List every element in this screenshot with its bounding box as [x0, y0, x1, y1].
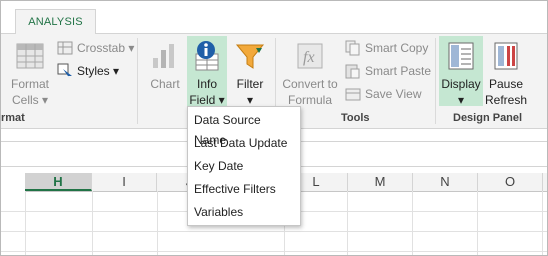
- pause-refresh-label-1: Pause: [488, 77, 524, 91]
- svg-text:fx: fx: [303, 49, 315, 66]
- filter-icon: [235, 44, 265, 69]
- grid-row-line: [1, 231, 547, 232]
- info-field-menu: Data Source Name Last Data Update Key Da…: [187, 106, 301, 226]
- grid-col-line: [157, 191, 158, 255]
- group-label-tools: Tools: [341, 112, 370, 124]
- separator: [137, 38, 138, 124]
- grid-col-line: [477, 191, 478, 255]
- chart-label: Chart: [150, 77, 180, 91]
- smart-paste-label: Smart Paste: [365, 64, 432, 78]
- crosstab-label: Crosstab ▾: [77, 41, 135, 55]
- paste-icon: [345, 64, 360, 79]
- grid-col-line: [347, 191, 348, 255]
- info-field-label-1: Info: [196, 77, 217, 91]
- chart-icon: [153, 44, 174, 68]
- grid-col-line: [542, 191, 543, 255]
- group-label-design-panel: Design Panel: [453, 112, 523, 124]
- info-icon: [195, 41, 219, 71]
- pause-refresh-icon: [494, 42, 518, 70]
- display-panel-icon: [448, 42, 474, 70]
- format-cells-button[interactable]: Format Cells ▾: [5, 40, 55, 108]
- convert-to-formula-button[interactable]: fx Convert to Formula: [279, 40, 341, 108]
- separator: [435, 38, 436, 124]
- chart-button[interactable]: Chart: [147, 40, 183, 92]
- crosstab-button[interactable]: Crosstab ▾: [57, 40, 134, 56]
- display-label-1: Display: [441, 77, 481, 91]
- filter-button[interactable]: Filter ▾: [231, 40, 269, 108]
- grid-row-line: [1, 251, 547, 252]
- format-cells-label-2: Cells ▾: [11, 93, 49, 107]
- format-cells-icon: [16, 43, 44, 69]
- crosstab-icon: [57, 41, 73, 55]
- smart-copy-label: Smart Copy: [365, 41, 429, 55]
- column-header-h[interactable]: H: [25, 173, 92, 191]
- smart-copy-button[interactable]: Smart Copy: [345, 40, 428, 56]
- excel-window: ANALYSIS Format Cells ▾ Crosstab ▾ Style…: [0, 0, 548, 256]
- menu-item-last-data-update[interactable]: Last Data Update: [194, 133, 294, 153]
- display-label-2: ▾: [457, 93, 465, 107]
- menu-item-effective-filters[interactable]: Effective Filters: [194, 179, 294, 199]
- menu-item-variables[interactable]: Variables: [194, 202, 294, 222]
- column-header-i[interactable]: I: [92, 173, 157, 191]
- copy-icon: [345, 40, 360, 56]
- group-label-format: rmat: [1, 112, 25, 124]
- pause-refresh-button[interactable]: Pause Refresh: [485, 40, 527, 108]
- menu-item-data-source-name[interactable]: Data Source Name: [194, 110, 294, 147]
- format-cells-label-1: Format: [10, 77, 49, 91]
- formula-icon: fx: [297, 43, 323, 69]
- styles-label: Styles ▾: [77, 64, 120, 78]
- tab-analysis[interactable]: ANALYSIS: [15, 9, 96, 34]
- styles-icon: [57, 63, 72, 79]
- grid-col-line: [92, 191, 93, 255]
- grid-col-line: [25, 191, 26, 255]
- ribbon-tab-strip: ANALYSIS: [1, 1, 547, 34]
- save-view-label: Save View: [365, 87, 422, 101]
- grid-col-line: [412, 191, 413, 255]
- save-view-icon: [345, 88, 361, 101]
- info-field-button[interactable]: Info Field ▾: [187, 40, 227, 108]
- column-header-o[interactable]: O: [478, 173, 543, 191]
- convert-label-1: Convert to: [282, 77, 338, 91]
- menu-item-key-date[interactable]: Key Date: [194, 156, 294, 176]
- display-button[interactable]: Display ▾: [439, 40, 483, 108]
- styles-button[interactable]: Styles ▾: [57, 63, 119, 79]
- save-view-button[interactable]: Save View: [345, 86, 421, 102]
- column-header-m[interactable]: M: [348, 173, 413, 191]
- smart-paste-button[interactable]: Smart Paste: [345, 63, 431, 79]
- filter-label-1: Filter: [236, 77, 264, 91]
- column-header-n[interactable]: N: [413, 173, 478, 191]
- pause-refresh-label-2: Refresh: [484, 93, 528, 107]
